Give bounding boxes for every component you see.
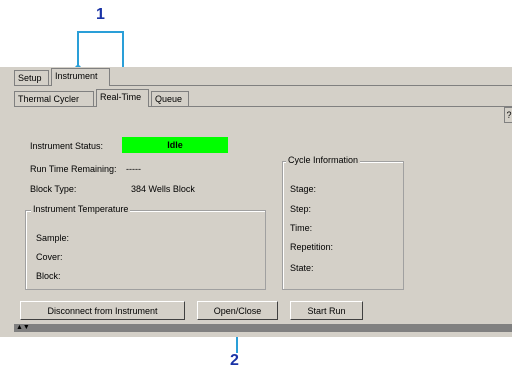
sub-tab-divider (14, 106, 512, 107)
splitter-bar[interactable] (14, 324, 512, 332)
instrument-temperature-title: Instrument Temperature (31, 204, 131, 214)
step-label: Step: (290, 204, 312, 214)
callout-2: 2 (230, 352, 239, 369)
instrument-temperature-group (25, 210, 266, 290)
open-close-button[interactable]: Open/Close (197, 301, 278, 320)
state-label: State: (290, 263, 314, 273)
run-time-label: Run Time Remaining: (30, 164, 117, 174)
repetition-label: Repetition: (290, 242, 334, 252)
cover-label: Cover: (36, 252, 63, 262)
collapse-arrows-icon[interactable]: ▲▼ (16, 324, 30, 332)
help-button[interactable]: ? (504, 107, 512, 123)
tab-setup[interactable]: Setup (14, 70, 49, 85)
cycle-information-title: Cycle Information (286, 155, 361, 165)
callout-1-bracket-left (77, 31, 79, 67)
start-run-button[interactable]: Start Run (290, 301, 363, 320)
tab-thermal-cycler[interactable]: Thermal Cycler (14, 91, 94, 106)
block-type-value: 384 Wells Block (131, 184, 195, 194)
instrument-panel: Setup Instrument Thermal Cycler Real-Tim… (0, 67, 512, 337)
run-time-value: ----- (126, 164, 141, 174)
callout-1-bracket-top (77, 31, 123, 33)
sample-label: Sample: (36, 233, 70, 243)
instrument-status-value: Idle (122, 137, 228, 153)
instrument-status-label: Instrument Status: (30, 141, 104, 151)
block-type-label: Block Type: (30, 184, 77, 194)
block-label: Block: (36, 271, 61, 281)
tab-real-time[interactable]: Real-Time (96, 89, 149, 107)
callout-1: 1 (96, 6, 105, 23)
disconnect-button[interactable]: Disconnect from Instrument (20, 301, 185, 320)
stage-label: Stage: (290, 184, 317, 194)
tab-instrument[interactable]: Instrument (51, 68, 110, 86)
tab-queue[interactable]: Queue (151, 91, 189, 106)
time-label: Time: (290, 223, 313, 233)
